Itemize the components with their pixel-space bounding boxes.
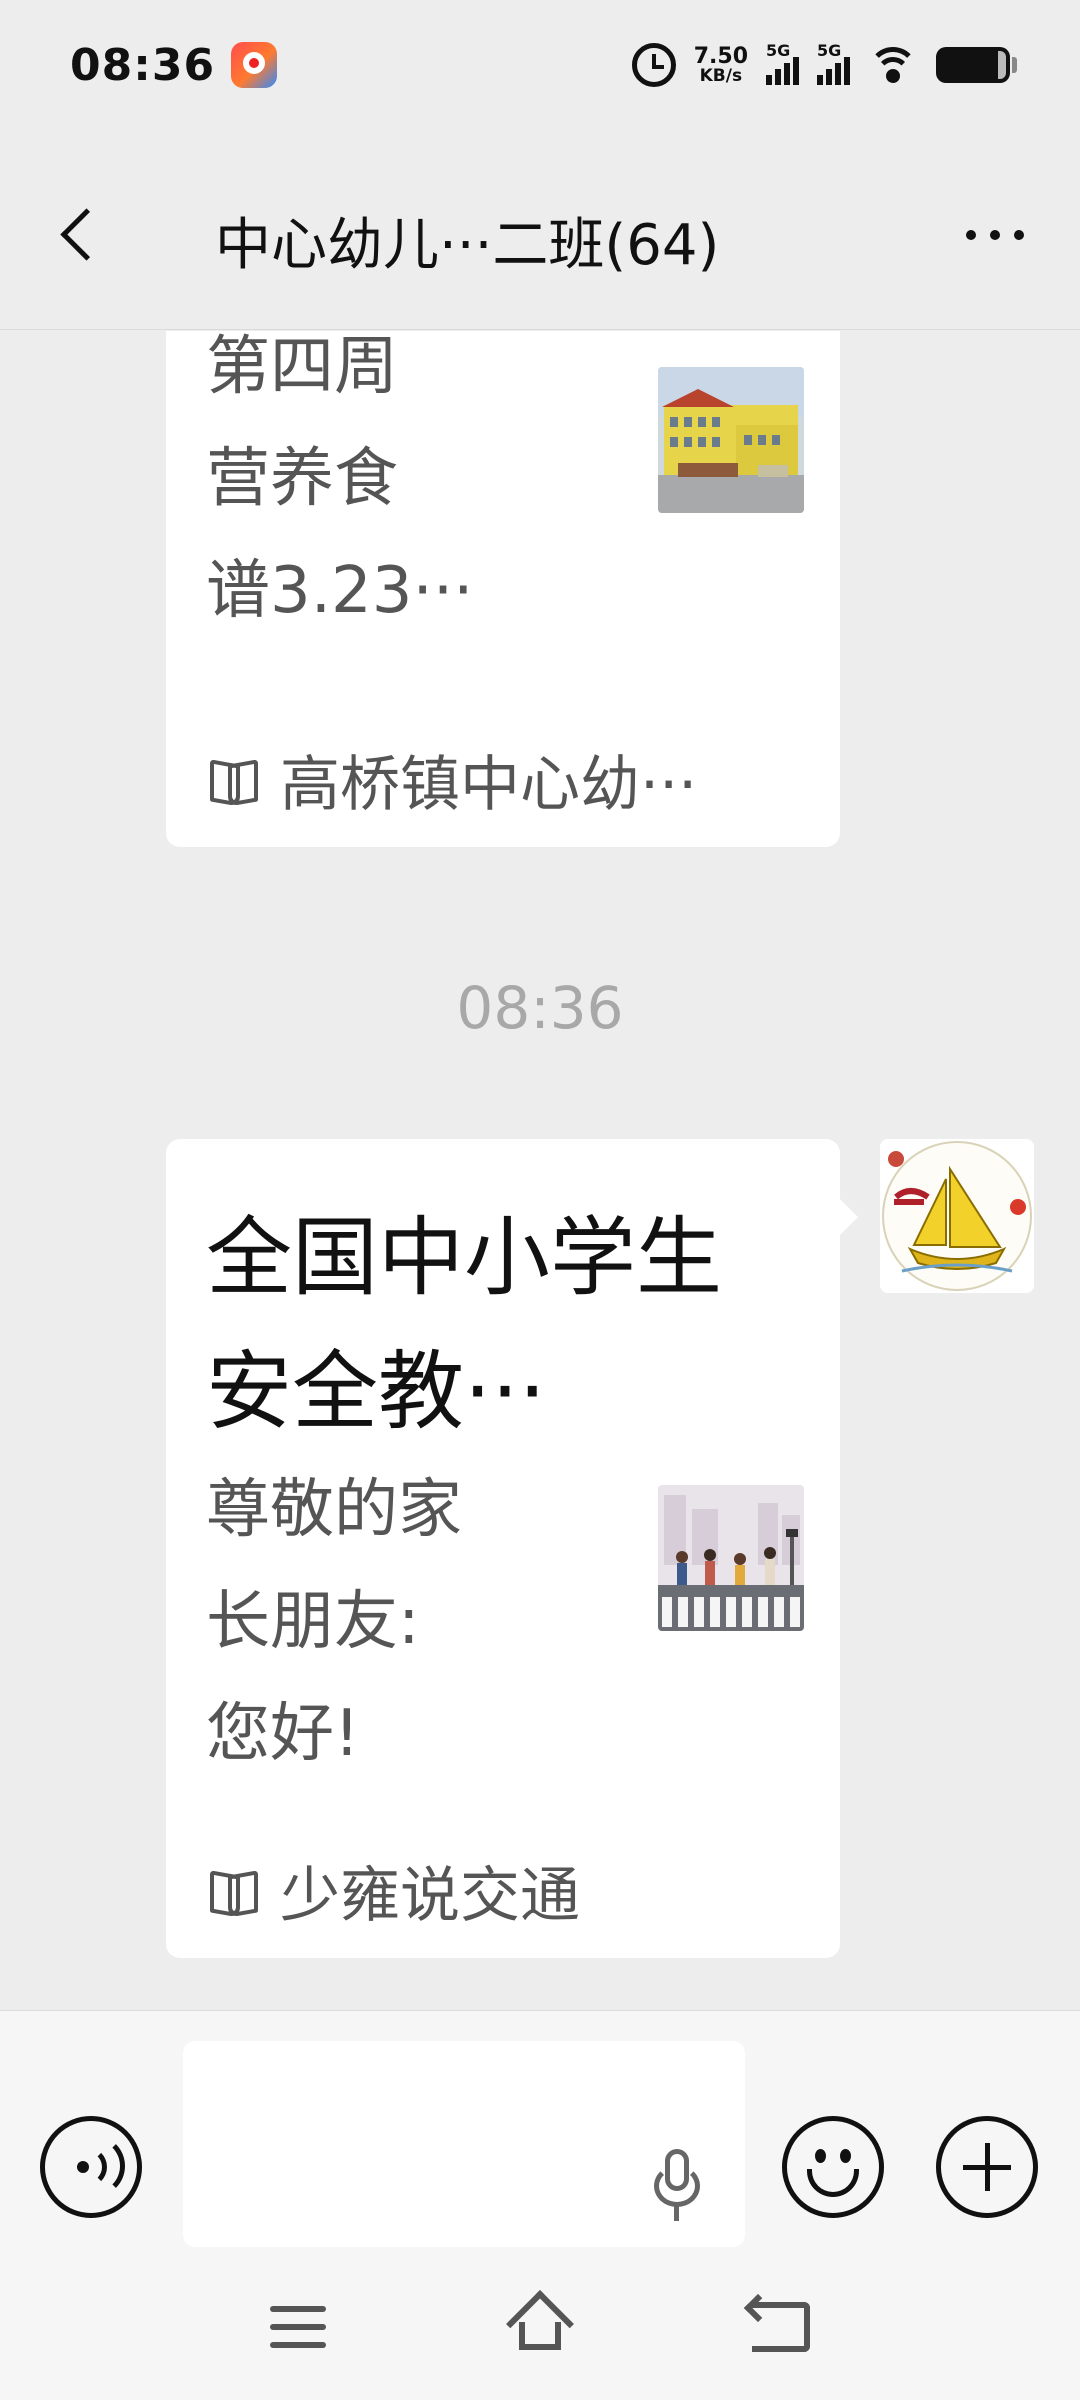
signal-icon: 5G [766, 41, 799, 85]
school-building-image [658, 367, 804, 513]
network-speed-value: 7.50 [693, 43, 748, 69]
mic-icon[interactable] [650, 2149, 704, 2223]
back-button[interactable] [56, 212, 100, 256]
sim2-label: 5G [817, 41, 842, 60]
book-icon [208, 758, 260, 802]
sim1-label: 5G [766, 41, 791, 60]
article-description: 尊敬的家 长朋友: 您好! [206, 1473, 462, 1771]
article-description: 第四周 营养食 谱3.23··· [206, 331, 474, 628]
wifi-icon [868, 45, 918, 85]
article-card[interactable]: 全国中小学生安全教··· 尊敬的家 长朋友: 您好! 少雍说交通 [166, 1139, 858, 1958]
more-functions-button[interactable] [936, 2116, 1038, 2218]
home-icon[interactable] [505, 2290, 575, 2358]
sailboat-avatar-icon [880, 1139, 1034, 1293]
network-speed: 7.50 KB/s [693, 43, 748, 86]
chat-title: 中心幼儿···二班(64) [215, 213, 720, 278]
dot-icon [966, 230, 976, 240]
dot-icon [1014, 230, 1024, 240]
chat-messages: 第四周 营养食 谱3.23··· 高桥镇中心幼··· 08:36 全国中小学生安… [0, 331, 1080, 2011]
back-icon[interactable] [752, 2302, 810, 2352]
signal-icon: 5G [817, 41, 850, 85]
status-bar: 08:36 7.50 KB/s 5G 5G [0, 0, 1080, 130]
crosswalk-children-image [658, 1485, 804, 1631]
school-building-image-svg [658, 367, 804, 513]
message-timestamp: 08:36 [456, 974, 624, 1042]
sender-avatar[interactable] [880, 1139, 1034, 1293]
status-icons: 7.50 KB/s 5G 5G [631, 41, 1017, 87]
article-source-name: 高桥镇中心幼··· [280, 750, 698, 820]
network-speed-unit: KB/s [699, 65, 743, 86]
menu-icon[interactable] [270, 2306, 326, 2352]
dot-icon [990, 230, 1000, 240]
chat-input-bar [0, 2010, 1080, 2262]
emoji-button[interactable] [782, 2116, 884, 2218]
article-card[interactable]: 第四周 营养食 谱3.23··· 高桥镇中心幼··· [166, 331, 840, 847]
article-source-name: 少雍说交通 [280, 1861, 580, 1931]
emoji-icon [815, 2149, 826, 2163]
book-icon [208, 1869, 260, 1913]
battery-icon [936, 47, 1017, 83]
voice-input-button[interactable] [40, 2116, 142, 2218]
chat-header: 中心幼儿···二班(64) [0, 130, 1080, 330]
crosswalk-children-image-svg [658, 1485, 804, 1631]
article-source: 高桥镇中心幼··· [208, 736, 697, 823]
article-source: 少雍说交通 [208, 1847, 580, 1934]
system-nav-bar [0, 2262, 1080, 2400]
app-notification-icon [231, 42, 278, 88]
more-options-button[interactable] [966, 230, 1024, 240]
article-headline: 全国中小学生安全教··· [206, 1208, 722, 1442]
alarm-icon [631, 43, 676, 87]
status-time: 08:36 [70, 39, 216, 91]
